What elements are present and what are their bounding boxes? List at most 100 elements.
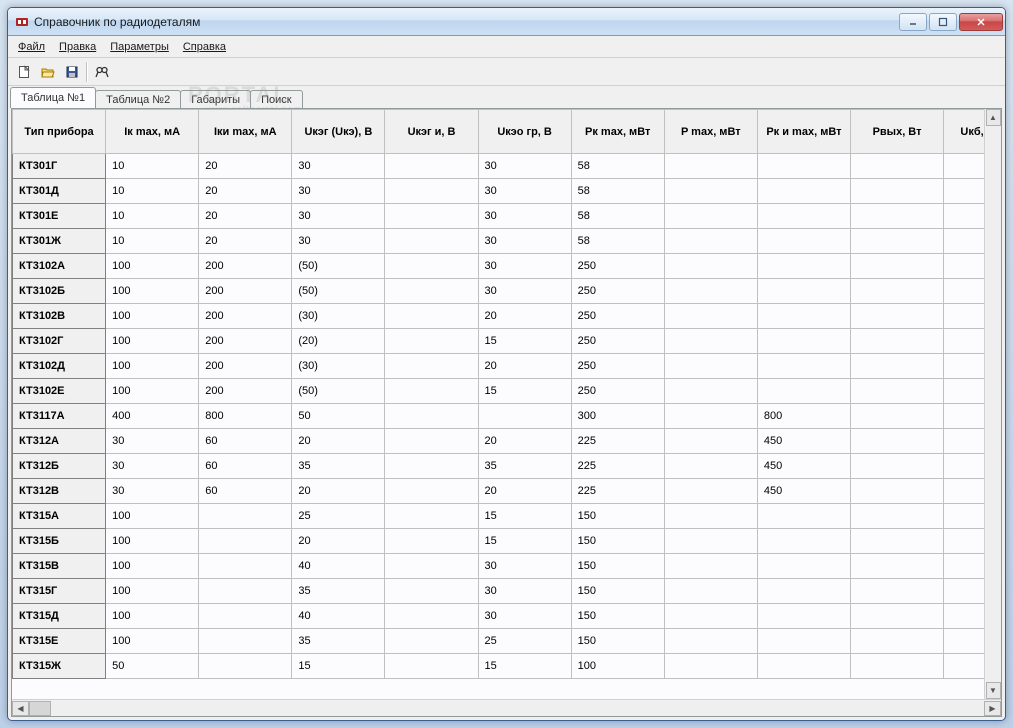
scroll-up-icon[interactable]: ▲: [986, 109, 1001, 126]
table-row[interactable]: КТ3102В100200(30)20250: [13, 304, 1001, 329]
data-cell[interactable]: 10: [106, 154, 199, 179]
data-cell[interactable]: [385, 554, 478, 579]
data-cell[interactable]: [850, 504, 943, 529]
data-cell[interactable]: [664, 554, 757, 579]
data-cell[interactable]: [664, 404, 757, 429]
row-type-cell[interactable]: КТ3102Б: [13, 279, 106, 304]
tab-table2[interactable]: Таблица №2: [95, 90, 181, 109]
data-cell[interactable]: 58: [571, 179, 664, 204]
data-cell[interactable]: 200: [199, 329, 292, 354]
data-cell[interactable]: 250: [571, 329, 664, 354]
data-cell[interactable]: 30: [478, 154, 571, 179]
data-cell[interactable]: [664, 379, 757, 404]
data-cell[interactable]: [199, 579, 292, 604]
data-cell[interactable]: 30: [478, 579, 571, 604]
data-cell[interactable]: [385, 654, 478, 679]
data-cell[interactable]: [757, 204, 850, 229]
scroll-down-icon[interactable]: ▼: [986, 682, 1001, 699]
data-cell[interactable]: [385, 154, 478, 179]
table-row[interactable]: КТ315Д1004030150: [13, 604, 1001, 629]
data-cell[interactable]: [850, 229, 943, 254]
table-row[interactable]: КТ315Г1003530150: [13, 579, 1001, 604]
row-type-cell[interactable]: КТ315Г: [13, 579, 106, 604]
table-row[interactable]: КТ312А30602020225450: [13, 429, 1001, 454]
column-header[interactable]: Pк max, мВт: [571, 110, 664, 154]
column-header[interactable]: Uкэо гр, В: [478, 110, 571, 154]
data-cell[interactable]: [664, 429, 757, 454]
tab-dimensions[interactable]: Габариты: [180, 90, 251, 109]
data-cell[interactable]: 150: [571, 554, 664, 579]
data-cell[interactable]: 58: [571, 229, 664, 254]
data-cell[interactable]: [199, 529, 292, 554]
data-cell[interactable]: 35: [292, 579, 385, 604]
data-cell[interactable]: 15: [478, 329, 571, 354]
save-button[interactable]: [60, 61, 84, 83]
data-cell[interactable]: 25: [292, 504, 385, 529]
data-cell[interactable]: 30: [478, 204, 571, 229]
table-row[interactable]: КТ3102Е100200(50)15250: [13, 379, 1001, 404]
maximize-button[interactable]: [929, 13, 957, 31]
data-cell[interactable]: 20: [292, 429, 385, 454]
data-cell[interactable]: [850, 479, 943, 504]
data-cell[interactable]: 20: [199, 204, 292, 229]
data-cell[interactable]: [385, 579, 478, 604]
data-cell[interactable]: [850, 329, 943, 354]
data-cell[interactable]: 225: [571, 454, 664, 479]
data-cell[interactable]: [385, 279, 478, 304]
data-cell[interactable]: [199, 504, 292, 529]
data-cell[interactable]: [757, 279, 850, 304]
table-row[interactable]: КТ315В1004030150: [13, 554, 1001, 579]
data-cell[interactable]: [850, 254, 943, 279]
close-button[interactable]: [959, 13, 1003, 31]
data-cell[interactable]: [664, 304, 757, 329]
row-type-cell[interactable]: КТ3102Е: [13, 379, 106, 404]
data-cell[interactable]: 150: [571, 629, 664, 654]
data-cell[interactable]: 20: [478, 354, 571, 379]
data-cell[interactable]: [664, 604, 757, 629]
data-cell[interactable]: 15: [478, 654, 571, 679]
data-cell[interactable]: 30: [292, 179, 385, 204]
data-cell[interactable]: 100: [106, 554, 199, 579]
data-cell[interactable]: 30: [478, 604, 571, 629]
column-header[interactable]: Iк max, мА: [106, 110, 199, 154]
data-cell[interactable]: 20: [292, 529, 385, 554]
data-cell[interactable]: [664, 254, 757, 279]
table-row[interactable]: КТ301Е1020303058: [13, 204, 1001, 229]
data-cell[interactable]: [757, 354, 850, 379]
row-type-cell[interactable]: КТ312В: [13, 479, 106, 504]
column-header[interactable]: Pк и max, мВт: [757, 110, 850, 154]
data-cell[interactable]: [664, 479, 757, 504]
data-cell[interactable]: [850, 579, 943, 604]
data-cell[interactable]: 20: [478, 429, 571, 454]
hscroll-track[interactable]: [29, 701, 984, 716]
data-cell[interactable]: [385, 504, 478, 529]
data-cell[interactable]: 30: [292, 229, 385, 254]
data-cell[interactable]: [757, 254, 850, 279]
new-button[interactable]: [12, 61, 36, 83]
column-header[interactable]: Uкэг и, В: [385, 110, 478, 154]
data-cell[interactable]: [757, 604, 850, 629]
table-row[interactable]: КТ312В30602020225450: [13, 479, 1001, 504]
data-cell[interactable]: (50): [292, 279, 385, 304]
menu-params[interactable]: Параметры: [104, 39, 175, 55]
data-cell[interactable]: 100: [106, 304, 199, 329]
data-cell[interactable]: 30: [292, 154, 385, 179]
data-cell[interactable]: [850, 529, 943, 554]
data-cell[interactable]: 800: [199, 404, 292, 429]
data-cell[interactable]: [664, 354, 757, 379]
data-cell[interactable]: 250: [571, 279, 664, 304]
data-cell[interactable]: [850, 354, 943, 379]
data-cell[interactable]: [664, 229, 757, 254]
data-cell[interactable]: [757, 654, 850, 679]
data-cell[interactable]: 35: [478, 454, 571, 479]
open-button[interactable]: [36, 61, 60, 83]
data-cell[interactable]: [664, 279, 757, 304]
menu-file[interactable]: Файл: [12, 39, 51, 55]
table-row[interactable]: КТ315Б1002015150: [13, 529, 1001, 554]
data-cell[interactable]: [385, 379, 478, 404]
tab-search[interactable]: Поиск: [250, 90, 302, 109]
row-type-cell[interactable]: КТ315Б: [13, 529, 106, 554]
data-cell[interactable]: 40: [292, 554, 385, 579]
data-cell[interactable]: 10: [106, 179, 199, 204]
data-cell[interactable]: 150: [571, 504, 664, 529]
